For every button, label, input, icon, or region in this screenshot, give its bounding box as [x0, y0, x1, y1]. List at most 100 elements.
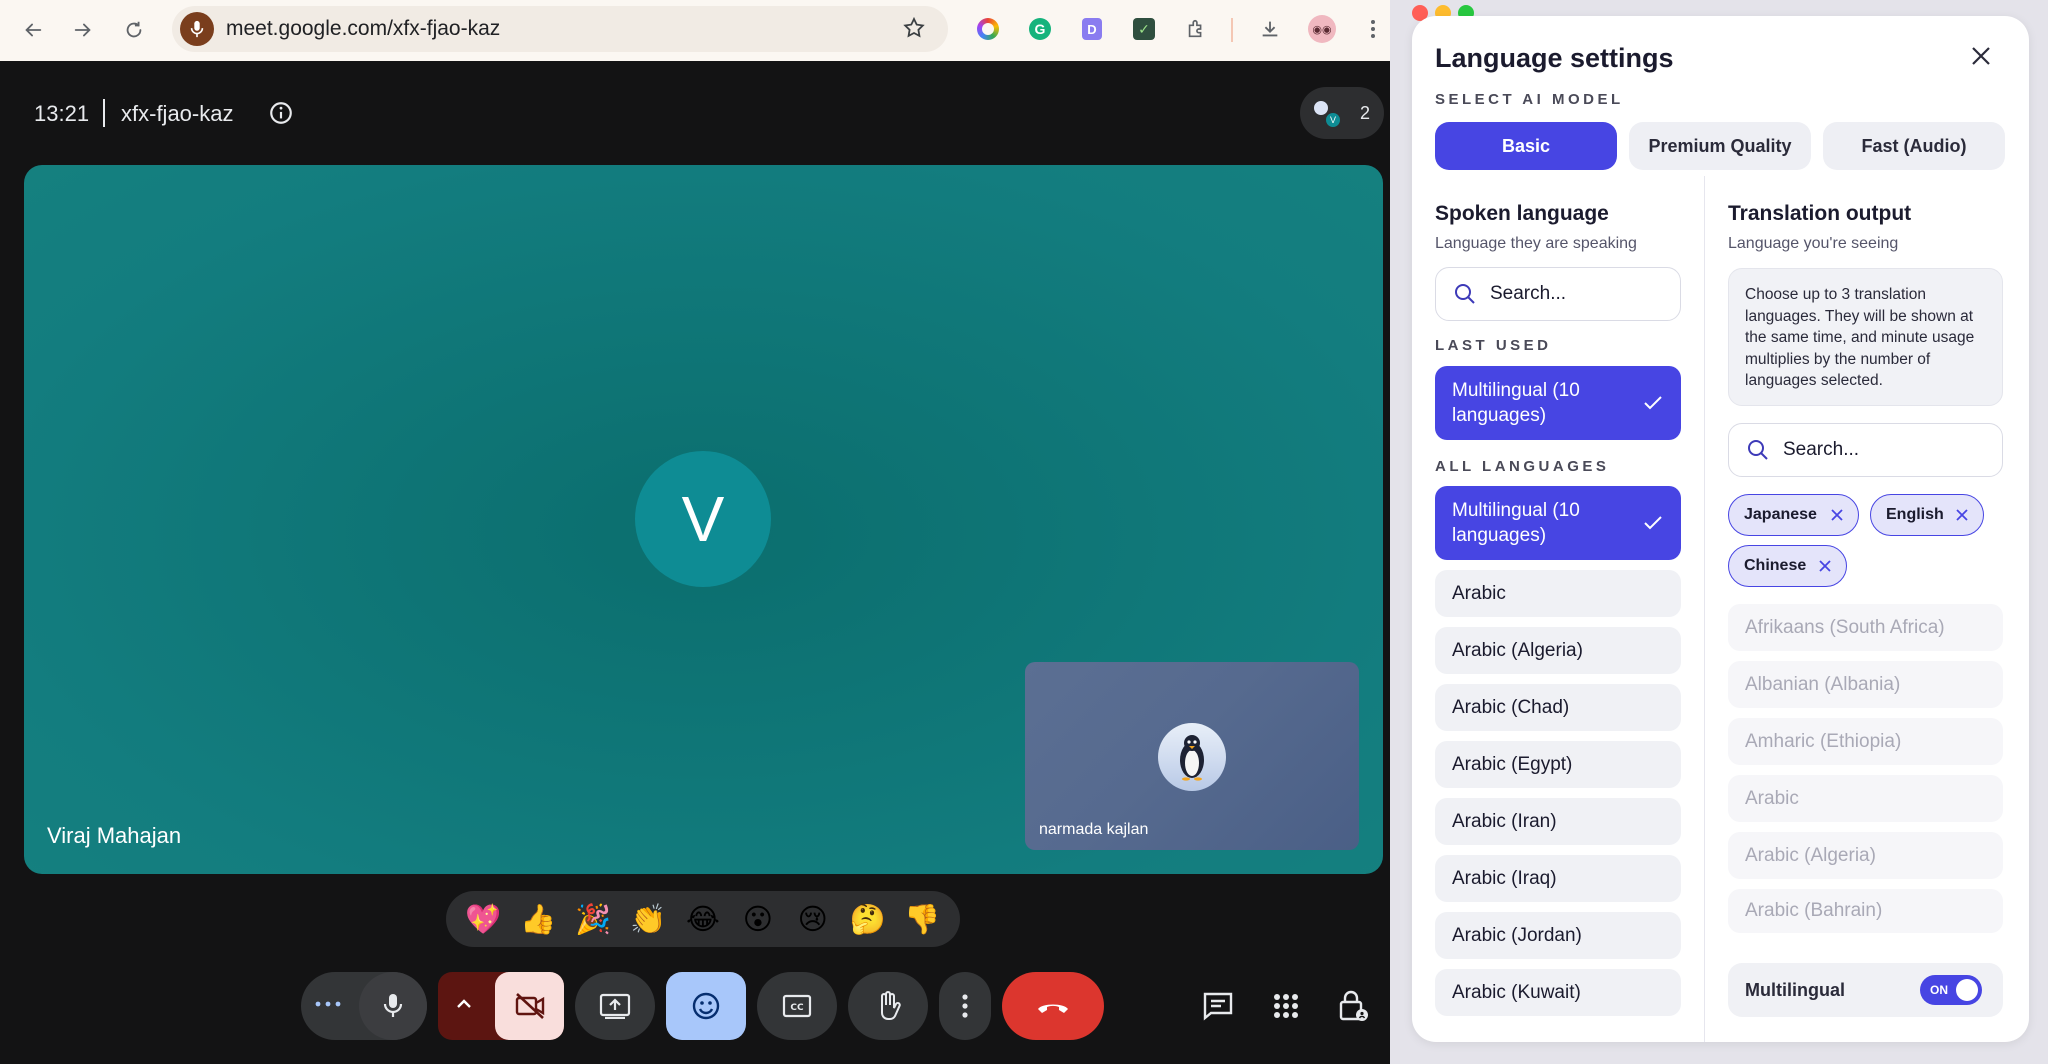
chip-label: Chinese — [1744, 557, 1807, 574]
emoji-button[interactable] — [666, 972, 746, 1040]
toolbar-divider — [1231, 18, 1233, 42]
spoken-language-item[interactable]: Arabic (Chad) — [1435, 684, 1681, 731]
checkmark-extension-icon[interactable]: ✓ — [1129, 14, 1159, 44]
output-language-item[interactable]: Arabic (Algeria) — [1728, 832, 2003, 879]
spoken-language-label: Multilingual (10 languages) — [1452, 500, 1580, 546]
reload-icon[interactable] — [121, 17, 147, 43]
reaction-thumbs-up[interactable]: 👍 — [516, 902, 560, 937]
host-controls-button[interactable] — [1332, 972, 1376, 1040]
leave-call-button[interactable] — [1002, 972, 1104, 1040]
reactions-bar: 💖 👍 🎉 👏 😂 😮 😢 🤔 👎 — [446, 891, 960, 947]
spoken-language-item[interactable]: Arabic (Jordan) — [1435, 912, 1681, 959]
reaction-joy[interactable]: 😂 — [681, 902, 725, 936]
panel-title: Language settings — [1435, 43, 1674, 73]
translation-info-text: Choose up to 3 translation languages. Th… — [1728, 268, 2003, 406]
spoken-search-input[interactable]: Search... — [1435, 267, 1681, 321]
bookmark-star-icon[interactable] — [902, 16, 926, 45]
last-used-label: Multilingual (10 languages) — [1452, 380, 1580, 426]
last-used-item[interactable]: Multilingual (10 languages) — [1435, 366, 1681, 440]
reaction-surprised[interactable]: 😮 — [736, 902, 780, 936]
output-search-input[interactable]: Search... — [1728, 423, 2003, 477]
extensions-icon[interactable] — [1181, 14, 1211, 44]
reaction-thumbs-down[interactable]: 👎 — [900, 902, 944, 937]
profile-avatar-icon[interactable]: ◉◉ — [1307, 14, 1337, 44]
chat-button[interactable] — [1196, 972, 1240, 1040]
mic-control-group — [301, 972, 427, 1040]
check-icon — [1644, 516, 1662, 530]
multilingual-toggle-row: Multilingual ON — [1728, 963, 2003, 1017]
emoji-icon — [692, 992, 720, 1020]
more-vert-icon[interactable] — [1358, 14, 1388, 44]
selected-language-chip[interactable]: Japanese — [1728, 494, 1859, 536]
chat-icon — [1203, 992, 1233, 1021]
reaction-thinking[interactable]: 🤔 — [846, 902, 890, 937]
spoken-language-item[interactable]: Arabic (Algeria) — [1435, 627, 1681, 674]
output-language-item[interactable]: Afrikaans (South Africa) — [1728, 604, 2003, 651]
translation-output-subtitle: Language you're seeing — [1728, 235, 1899, 252]
meeting-time: 13:21 — [34, 101, 90, 126]
spoken-language-item[interactable]: Arabic (Iran) — [1435, 798, 1681, 845]
url-text[interactable]: meet.google.com/xfx-fjao-kaz — [226, 17, 500, 41]
column-divider — [1704, 176, 1705, 1042]
download-icon[interactable] — [1255, 14, 1285, 44]
participant-name: Viraj Mahajan — [47, 823, 182, 848]
captions-button[interactable]: CC — [757, 972, 837, 1040]
spoken-search-placeholder: Search... — [1490, 283, 1567, 304]
microphone-button[interactable] — [359, 972, 427, 1040]
model-premium-button[interactable]: Premium Quality — [1629, 122, 1811, 170]
selected-language-chip[interactable]: Chinese — [1728, 545, 1847, 587]
camera-off-button[interactable] — [495, 972, 564, 1040]
participants-button[interactable]: V 2 — [1300, 87, 1384, 139]
chip-label: Japanese — [1744, 506, 1817, 523]
spoken-language-item[interactable]: Multilingual (10 languages) — [1435, 486, 1681, 560]
close-icon[interactable] — [1965, 40, 1997, 72]
forward-icon[interactable] — [70, 17, 96, 43]
model-basic-button[interactable]: Basic — [1435, 122, 1617, 170]
svg-text:CC: CC — [790, 1003, 804, 1013]
spoken-language-item[interactable]: Arabic — [1435, 570, 1681, 617]
reaction-clapping[interactable]: 👏 — [626, 902, 670, 937]
present-screen-icon — [599, 993, 631, 1019]
spoken-language-item[interactable]: Arabic (Iraq) — [1435, 855, 1681, 902]
activities-button[interactable] — [1264, 972, 1308, 1040]
output-language-item[interactable]: Albanian (Albania) — [1728, 661, 2003, 708]
multilingual-toggle[interactable]: ON — [1920, 975, 1982, 1005]
toggle-state: ON — [1930, 983, 1948, 997]
selected-language-chip[interactable]: English — [1870, 494, 1984, 536]
reaction-crying[interactable]: 😢 — [791, 902, 835, 936]
apps-grid-icon — [1274, 994, 1298, 1018]
lock-person-icon — [1339, 990, 1368, 1021]
raise-hand-icon — [881, 991, 901, 1020]
spoken-language-item[interactable]: Arabic (Egypt) — [1435, 741, 1681, 788]
grammarly-extension-icon[interactable]: G — [1025, 14, 1055, 44]
participant-count: 2 — [1360, 102, 1371, 123]
video-control-group — [438, 972, 564, 1040]
microphone-icon[interactable] — [180, 12, 214, 46]
spoken-language-item[interactable]: Arabic (Kuwait) — [1435, 969, 1681, 1016]
remove-chip-icon — [1819, 560, 1831, 572]
reaction-party-popper[interactable]: 🎉 — [571, 902, 615, 937]
address-bar[interactable]: meet.google.com/xfx-fjao-kaz — [172, 6, 948, 52]
info-icon[interactable] — [268, 100, 294, 131]
header-divider — [103, 99, 105, 127]
output-language-item[interactable]: Amharic (Ethiopia) — [1728, 718, 2003, 765]
language-settings-panel: Language settings SELECT AI MODEL Basic … — [1412, 16, 2029, 1042]
meeting-code: xfx-fjao-kaz — [121, 101, 234, 126]
output-language-item[interactable]: Arabic — [1728, 775, 2003, 822]
present-screen-button[interactable] — [575, 972, 655, 1040]
self-view-tile[interactable]: narmada kajlan — [1025, 662, 1359, 850]
more-options-icon[interactable] — [315, 994, 341, 1012]
output-search-placeholder: Search... — [1783, 439, 1860, 460]
model-fast-audio-button[interactable]: Fast (Audio) — [1823, 122, 2005, 170]
more-actions-button[interactable] — [939, 972, 991, 1040]
meet-call-area: 13:21 xfx-fjao-kaz V 2 V Viraj Mahajan n… — [0, 61, 1390, 1064]
output-language-item[interactable]: Arabic (Bahrain) — [1728, 889, 2003, 933]
color-picker-extension-icon[interactable] — [973, 14, 1003, 44]
document-extension-icon[interactable]: D — [1077, 14, 1107, 44]
raise-hand-button[interactable] — [848, 972, 928, 1040]
chevron-up-icon[interactable] — [456, 996, 472, 1014]
multilingual-label: Multilingual — [1745, 979, 1845, 1000]
reaction-sparkling-heart[interactable]: 💖 — [461, 902, 505, 937]
all-languages-caption: ALL LANGUAGES — [1435, 458, 1610, 475]
back-icon[interactable] — [20, 17, 46, 43]
